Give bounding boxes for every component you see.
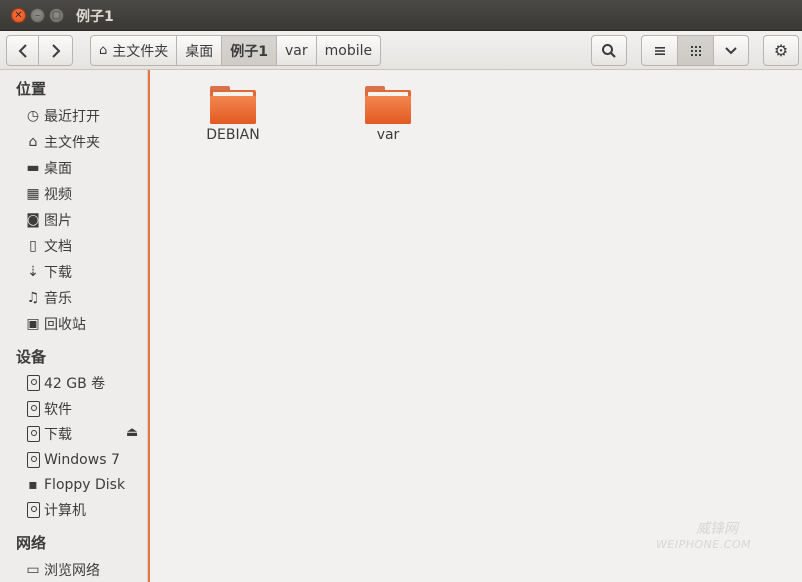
sidebar-item-windows7[interactable]: Windows 7 bbox=[24, 448, 120, 472]
maximize-icon: ▢ bbox=[51, 9, 62, 21]
breadcrumb-label: 例子1 bbox=[230, 43, 269, 60]
close-window-button[interactable]: ✕ bbox=[11, 8, 26, 23]
close-icon: ✕ bbox=[14, 9, 23, 21]
breadcrumb-mobile[interactable]: mobile bbox=[316, 35, 382, 66]
sidebar-item-label: 浏览网络 bbox=[44, 563, 100, 579]
folder-name: DEBIAN bbox=[206, 127, 260, 143]
maximize-window-button[interactable]: ▢ bbox=[49, 8, 64, 23]
breadcrumb: ⌂ 主文件夹 桌面 例子1 var mobile bbox=[90, 35, 382, 66]
folder-icon bbox=[210, 86, 256, 124]
sidebar-item-label: 视频 bbox=[44, 187, 72, 203]
sidebar-item-label: 主文件夹 bbox=[44, 135, 100, 151]
breadcrumb-var[interactable]: var bbox=[277, 35, 317, 66]
sidebar-item-label: 最近打开 bbox=[44, 109, 100, 125]
drive-icon bbox=[24, 451, 42, 469]
breadcrumb-home[interactable]: ⌂ 主文件夹 bbox=[90, 35, 178, 66]
sidebar-item-computer[interactable]: 计算机 bbox=[24, 498, 86, 522]
document-icon: ▯ bbox=[29, 238, 37, 254]
sidebar-item-floppy[interactable]: ▪ Floppy Disk bbox=[24, 473, 125, 497]
folder-name: var bbox=[376, 127, 400, 143]
sidebar-section-devices: 设备 bbox=[16, 348, 47, 366]
minimize-icon: – bbox=[35, 9, 40, 21]
breadcrumb-label: 主文件夹 bbox=[112, 43, 169, 60]
sidebar-item-label: 42 GB 卷 bbox=[44, 376, 106, 392]
drive-icon bbox=[24, 425, 42, 443]
sidebar-item-downloads[interactable]: ⇣ 下载 bbox=[24, 260, 72, 284]
chevron-right-icon bbox=[51, 43, 60, 58]
folder-item[interactable]: DEBIAN bbox=[183, 86, 283, 143]
sidebar-item-label: 下载 bbox=[44, 427, 72, 443]
minimize-window-button[interactable]: – bbox=[30, 8, 45, 23]
sidebar: 位置 ◷ 最近打开 ⌂ 主文件夹 ▬ 桌面 ▦ 视频 ◙ 图片 ▯ 文档 ⇣ 下载 ♫ 音乐 ▣… bbox=[0, 70, 147, 582]
list-icon bbox=[654, 46, 665, 55]
search-button[interactable] bbox=[591, 35, 627, 66]
drive-icon bbox=[24, 400, 42, 418]
sidebar-item-desktop[interactable]: ▬ 桌面 bbox=[24, 156, 72, 180]
eject-icon[interactable]: ⏏ bbox=[126, 425, 138, 440]
watermark-text: 威锋网 bbox=[696, 521, 738, 537]
breadcrumb-desktop[interactable]: 桌面 bbox=[177, 35, 223, 66]
music-icon: ♫ bbox=[26, 290, 40, 306]
sidebar-item-label: 图片 bbox=[44, 213, 72, 229]
breadcrumb-current[interactable]: 例子1 bbox=[222, 35, 278, 66]
breadcrumb-label: var bbox=[285, 42, 308, 59]
trash-icon: ▣ bbox=[26, 316, 40, 332]
drive-icon bbox=[24, 374, 42, 392]
sidebar-item-software[interactable]: 软件 bbox=[24, 397, 72, 421]
home-icon: ⌂ bbox=[99, 43, 108, 58]
folder-icon bbox=[365, 86, 411, 124]
desktop-icon: ▬ bbox=[26, 160, 40, 176]
drive-icon bbox=[24, 501, 42, 519]
floppy-icon: ▪ bbox=[28, 477, 38, 493]
camera-icon: ◙ bbox=[26, 212, 40, 228]
file-view[interactable]: DEBIAN var bbox=[150, 70, 802, 582]
list-view-button[interactable] bbox=[641, 35, 678, 66]
sidebar-item-music[interactable]: ♫ 音乐 bbox=[24, 286, 72, 310]
sidebar-item-trash[interactable]: ▣ 回收站 bbox=[24, 312, 86, 336]
video-icon: ▦ bbox=[26, 186, 40, 202]
grid-view-button[interactable] bbox=[677, 35, 714, 66]
chevron-down-icon bbox=[725, 46, 737, 54]
toolbar: ⌂ 主文件夹 桌面 例子1 var mobile ⚙ bbox=[0, 31, 802, 70]
watermark: 威锋网 WEIPHONE.COM bbox=[610, 518, 751, 551]
sidebar-item-label: 软件 bbox=[44, 402, 72, 418]
grid-icon bbox=[690, 45, 701, 56]
sidebar-item-documents[interactable]: ▯ 文档 bbox=[24, 234, 72, 258]
title-bar: ✕ – ▢ 例子1 bbox=[0, 0, 802, 31]
sidebar-item-label: 回收站 bbox=[44, 317, 86, 333]
chevron-left-icon bbox=[18, 43, 27, 58]
sidebar-item-label: Windows 7 bbox=[44, 452, 120, 468]
network-icon: ▭ bbox=[26, 562, 40, 578]
sidebar-item-browse-network[interactable]: ▭ 浏览网络 bbox=[24, 558, 100, 582]
sidebar-item-label: 音乐 bbox=[44, 291, 72, 307]
sidebar-item-label: Floppy Disk bbox=[44, 477, 126, 493]
breadcrumb-label: 桌面 bbox=[185, 43, 214, 60]
settings-button[interactable]: ⚙ bbox=[763, 35, 799, 66]
sidebar-section-places: 位置 bbox=[16, 80, 47, 98]
sidebar-section-network: 网络 bbox=[16, 534, 47, 552]
forward-button[interactable] bbox=[38, 35, 73, 66]
sidebar-item-label: 计算机 bbox=[44, 503, 86, 519]
sidebar-item-videos[interactable]: ▦ 视频 bbox=[24, 182, 72, 206]
sidebar-item-label: 桌面 bbox=[44, 161, 72, 177]
breadcrumb-label: mobile bbox=[324, 42, 373, 59]
watermark-subtext: WEIPHONE.COM bbox=[656, 538, 752, 551]
sidebar-item-download-drive[interactable]: 下载 bbox=[24, 422, 72, 446]
sidebar-item-recent[interactable]: ◷ 最近打开 bbox=[24, 104, 100, 128]
sidebar-item-pictures[interactable]: ◙ 图片 bbox=[24, 208, 72, 232]
sidebar-item-volume[interactable]: 42 GB 卷 bbox=[24, 371, 105, 395]
recent-icon: ◷ bbox=[26, 108, 40, 124]
home-icon: ⌂ bbox=[28, 134, 38, 150]
download-icon: ⇣ bbox=[27, 264, 39, 280]
window-title: 例子1 bbox=[76, 9, 114, 25]
back-button[interactable] bbox=[6, 35, 39, 66]
view-options-button[interactable] bbox=[713, 35, 749, 66]
gear-icon: ⚙ bbox=[773, 41, 789, 60]
search-icon bbox=[602, 43, 616, 58]
folder-item[interactable]: var bbox=[338, 86, 438, 143]
sidebar-item-home[interactable]: ⌂ 主文件夹 bbox=[24, 130, 100, 154]
sidebar-item-label: 文档 bbox=[44, 239, 72, 255]
sidebar-item-label: 下载 bbox=[44, 265, 72, 281]
